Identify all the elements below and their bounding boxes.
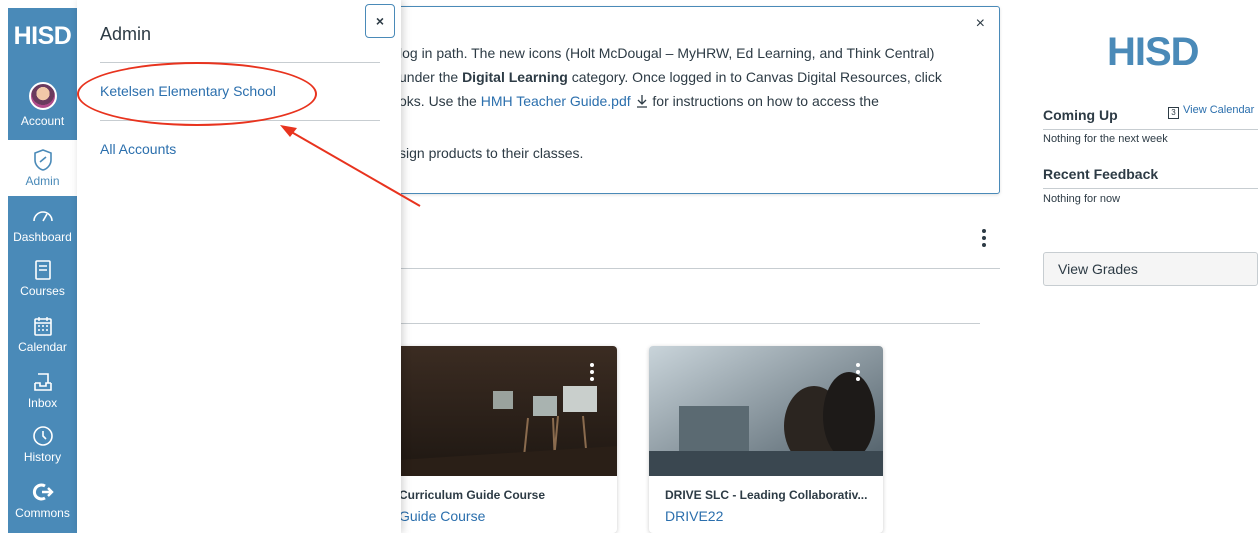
- nav-item-admin[interactable]: Admin: [8, 140, 77, 196]
- avatar: [28, 82, 57, 110]
- course-card-image: [649, 346, 883, 476]
- nav-item-account[interactable]: Account: [8, 82, 77, 128]
- recent-feedback-empty: Nothing for now: [1043, 193, 1121, 205]
- global-navigation: HISD Account Admin Dashboard Courses Cal…: [8, 8, 77, 533]
- recent-feedback-heading: Recent Feedback: [1043, 166, 1159, 182]
- course-card[interactable]: DRIVE SLC - Leading Collaborativ... DRIV…: [649, 346, 883, 533]
- calendar-icon: 3: [1168, 107, 1179, 119]
- course-card-subtitle[interactable]: DRIVE22: [665, 508, 723, 524]
- divider: [1043, 129, 1258, 130]
- course-card-title: Curriculum Guide Course: [399, 488, 546, 502]
- tray-close-button[interactable]: ×: [365, 4, 395, 38]
- announcement-close-button[interactable]: ×: [976, 15, 985, 33]
- inbox-icon: [33, 373, 52, 391]
- digital-learning-label: Digital Learning: [462, 69, 568, 85]
- divider: [1043, 188, 1258, 189]
- nav-item-commons[interactable]: Commons: [8, 480, 77, 520]
- view-grades-button[interactable]: View Grades: [1043, 252, 1258, 286]
- course-card-subtitle[interactable]: Guide Course: [399, 508, 485, 524]
- download-icon[interactable]: [635, 94, 649, 108]
- dashboard-icon: [32, 211, 53, 222]
- course-card-title: DRIVE SLC - Leading Collaborativ...: [665, 488, 868, 502]
- card-options-icon[interactable]: [855, 362, 861, 382]
- nav-item-courses[interactable]: Courses: [8, 258, 77, 298]
- nav-item-inbox[interactable]: Inbox: [8, 370, 77, 410]
- nav-item-history[interactable]: History: [8, 424, 77, 464]
- announcement-line-3: oks. Use the HMH Teacher Guide.pdf for i…: [399, 93, 879, 109]
- sidebar-logo: HISD: [1107, 30, 1200, 74]
- announcement-line-4: sign products to their classes.: [399, 145, 584, 161]
- announcement-line-2: under the Digital Learning category. Onc…: [399, 69, 942, 85]
- dashboard-options-icon[interactable]: [978, 228, 990, 248]
- coming-up-empty: Nothing for the next week: [1043, 133, 1168, 145]
- tray-link-all-accounts[interactable]: All Accounts: [100, 141, 176, 157]
- book-icon: [34, 260, 51, 280]
- announcement-line-1: log in path. The new icons (Holt McDouga…: [399, 45, 935, 61]
- course-card[interactable]: Curriculum Guide Course Guide Course: [383, 346, 617, 533]
- highlight-ellipse: [77, 62, 317, 126]
- hmh-teacher-guide-link[interactable]: HMH Teacher Guide.pdf: [481, 93, 631, 109]
- tray-title: Admin: [100, 24, 152, 44]
- nav-item-calendar[interactable]: Calendar: [8, 314, 77, 354]
- card-options-icon[interactable]: [589, 362, 595, 382]
- nav-logo[interactable]: HISD: [8, 22, 77, 51]
- clock-icon: [32, 426, 53, 446]
- shield-icon: [33, 149, 52, 171]
- calendar-icon: [33, 317, 52, 336]
- course-card-image: [383, 346, 617, 476]
- commons-icon: [32, 483, 54, 501]
- canvas-page: × log in path. The new icons (Holt McDou…: [0, 0, 1258, 533]
- view-calendar-link[interactable]: 3 View Calendar: [1168, 104, 1254, 119]
- coming-up-heading: Coming Up: [1043, 107, 1118, 123]
- nav-item-dashboard[interactable]: Dashboard: [8, 204, 77, 244]
- divider: [100, 62, 380, 63]
